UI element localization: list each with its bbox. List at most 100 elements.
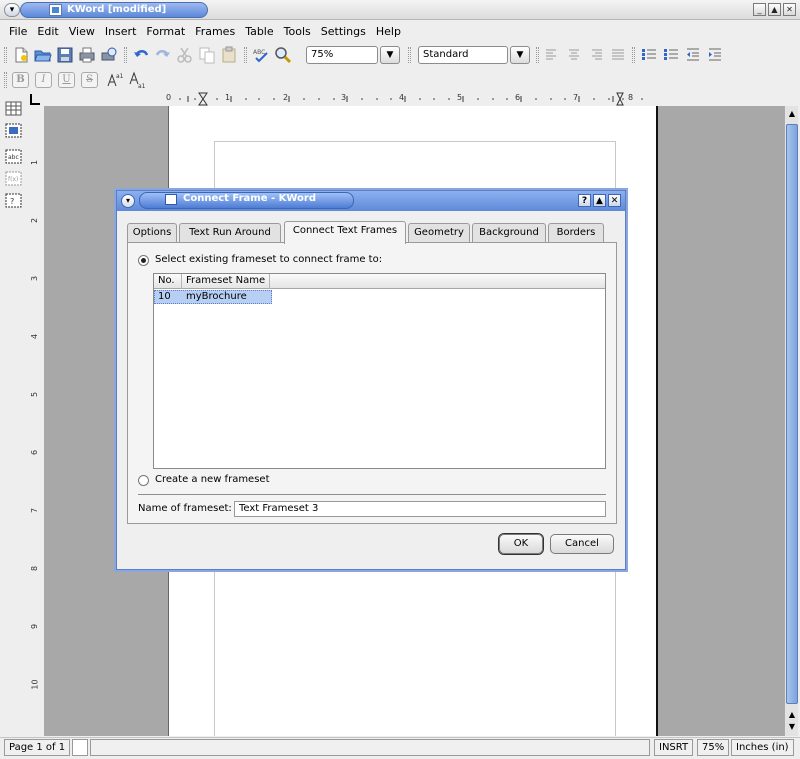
vertical-ruler[interactable]: 1 2 3 4 5 6 7 8 9 10 xyxy=(28,106,44,736)
redo-icon[interactable] xyxy=(154,46,172,64)
toolbar-handle[interactable] xyxy=(408,47,411,63)
ok-button[interactable]: OK xyxy=(499,534,543,554)
help-button[interactable]: ? xyxy=(578,194,591,207)
align-center-icon[interactable] xyxy=(565,46,583,64)
style-dropdown-arrow-icon[interactable]: ▼ xyxy=(510,46,530,64)
subscript-icon[interactable]: a1 xyxy=(128,71,146,90)
scroll-up-arrow-icon[interactable]: ▲ xyxy=(786,108,798,120)
maximize-button[interactable]: ▲ xyxy=(768,3,781,16)
paragraph-style-combo[interactable]: Standard xyxy=(418,46,508,64)
print-preview-icon[interactable] xyxy=(100,46,118,64)
insert-table-icon[interactable] xyxy=(5,100,23,117)
ruler-label: 2 xyxy=(30,217,40,224)
vertical-scrollbar[interactable]: ▲ ▲ ▼ xyxy=(784,106,798,736)
list-item[interactable]: 10 myBrochure xyxy=(154,290,272,304)
radio-new-label[interactable]: Create a new frameset xyxy=(155,474,270,485)
radio-existing-label[interactable]: Select existing frameset to connect fram… xyxy=(155,254,382,265)
menu-view[interactable]: View xyxy=(64,25,100,38)
ruler-label: 7 xyxy=(30,507,40,514)
svg-text:f(x): f(x) xyxy=(8,176,18,183)
dialog-menu-button[interactable]: ▾ xyxy=(121,194,135,208)
paste-icon[interactable] xyxy=(220,46,238,64)
tab-background[interactable]: Background xyxy=(472,223,546,243)
ruler-corner-tab-icon[interactable] xyxy=(28,92,42,106)
insert-picture-frame-icon[interactable] xyxy=(5,122,23,139)
cancel-button[interactable]: Cancel xyxy=(550,534,614,554)
tab-geometry[interactable]: Geometry xyxy=(408,223,470,243)
menu-help[interactable]: Help xyxy=(371,25,406,38)
radio-existing-frameset[interactable] xyxy=(138,255,149,266)
column-header-frameset-name[interactable]: Frameset Name xyxy=(182,274,270,289)
toolbar-handle[interactable] xyxy=(4,72,7,88)
print-icon[interactable] xyxy=(78,46,96,64)
menu-insert[interactable]: Insert xyxy=(100,25,142,38)
menu-edit[interactable]: Edit xyxy=(32,25,63,38)
align-justify-icon[interactable] xyxy=(609,46,627,64)
zoom-indicator: 75% xyxy=(697,739,730,756)
minimize-button[interactable]: _ xyxy=(753,3,766,16)
maximize-button[interactable]: ▲ xyxy=(593,194,606,207)
italic-button[interactable]: I xyxy=(35,72,52,88)
undo-icon[interactable] xyxy=(132,46,150,64)
increase-indent-icon[interactable] xyxy=(706,46,724,64)
cut-icon[interactable] xyxy=(176,46,194,64)
scrollbar-thumb[interactable] xyxy=(786,124,798,704)
bold-button[interactable]: B xyxy=(12,72,29,88)
menu-format[interactable]: Format xyxy=(141,25,190,38)
find-icon[interactable] xyxy=(274,46,292,64)
new-document-icon[interactable] xyxy=(12,46,30,64)
toolbar-handle[interactable] xyxy=(4,47,7,63)
tab-text-run-around[interactable]: Text Run Around xyxy=(179,223,281,243)
ruler-label: 1 xyxy=(30,159,40,166)
window-titlebar: ▾ KWord [modified] _ ▲ ✕ xyxy=(0,0,800,20)
format-toolbar: B I U S a1 a1 xyxy=(0,69,800,91)
decrease-indent-icon[interactable] xyxy=(684,46,702,64)
toolbar-handle[interactable] xyxy=(536,47,539,63)
zoom-dropdown-arrow-icon[interactable]: ▼ xyxy=(380,46,400,64)
list-header: No. Frameset Name xyxy=(154,274,605,289)
copy-icon[interactable] xyxy=(198,46,216,64)
menu-frames[interactable]: Frames xyxy=(190,25,240,38)
strikeout-button[interactable]: S xyxy=(81,72,98,88)
statusbar: Page 1 of 1 INSRT 75% Inches (in) xyxy=(0,737,800,757)
menu-table[interactable]: Table xyxy=(240,25,278,38)
frameset-list[interactable]: No. Frameset Name 10 myBrochure xyxy=(153,273,606,469)
horizontal-ruler[interactable]: 0 1 2 3 4 5 6 7 8 xyxy=(44,92,784,106)
align-right-icon[interactable] xyxy=(587,46,605,64)
radio-new-frameset[interactable] xyxy=(138,475,149,486)
ruler-label: 10 xyxy=(30,679,40,690)
tab-options[interactable]: Options xyxy=(127,223,177,243)
spellcheck-icon[interactable]: ABC xyxy=(252,46,270,64)
frameset-name-field[interactable]: Text Frameset 3 xyxy=(234,501,606,517)
insert-mode-indicator: INSRT xyxy=(654,739,694,756)
frameset-name-label: Name of frameset: xyxy=(138,503,232,514)
menu-settings[interactable]: Settings xyxy=(316,25,371,38)
align-left-icon[interactable] xyxy=(543,46,561,64)
document-icon xyxy=(72,739,88,756)
menu-tools[interactable]: Tools xyxy=(279,25,316,38)
tab-borders[interactable]: Borders xyxy=(548,223,604,243)
save-icon[interactable] xyxy=(56,46,74,64)
underline-button[interactable]: U xyxy=(58,72,75,88)
insert-text-frame-icon[interactable]: abc xyxy=(5,148,23,165)
insert-object-frame-icon[interactable]: ? xyxy=(5,192,23,209)
tab-connect-text-frames[interactable]: Connect Text Frames xyxy=(284,221,406,244)
insert-formula-frame-icon[interactable]: f(x) xyxy=(5,170,23,187)
close-button[interactable]: ✕ xyxy=(608,194,621,207)
numbered-list-icon[interactable] xyxy=(662,46,680,64)
scroll-up-arrow-icon[interactable]: ▲ xyxy=(786,709,798,721)
menu-file[interactable]: File xyxy=(4,25,32,38)
kword-app-icon xyxy=(49,4,62,16)
ruler-label: 3 xyxy=(30,275,40,282)
column-header-no[interactable]: No. xyxy=(154,274,182,289)
bullet-list-icon[interactable] xyxy=(640,46,658,64)
zoom-combo[interactable]: 75% xyxy=(306,46,378,64)
ruler-label: 4 xyxy=(30,333,40,340)
list-cell-name: myBrochure xyxy=(186,291,247,302)
superscript-icon[interactable]: a1 xyxy=(106,71,124,89)
open-folder-icon[interactable] xyxy=(34,46,52,64)
close-button[interactable]: ✕ xyxy=(783,3,796,16)
list-cell-no: 10 xyxy=(158,291,171,302)
scroll-down-arrow-icon[interactable]: ▼ xyxy=(786,721,798,733)
window-menu-button[interactable]: ▾ xyxy=(4,3,20,17)
